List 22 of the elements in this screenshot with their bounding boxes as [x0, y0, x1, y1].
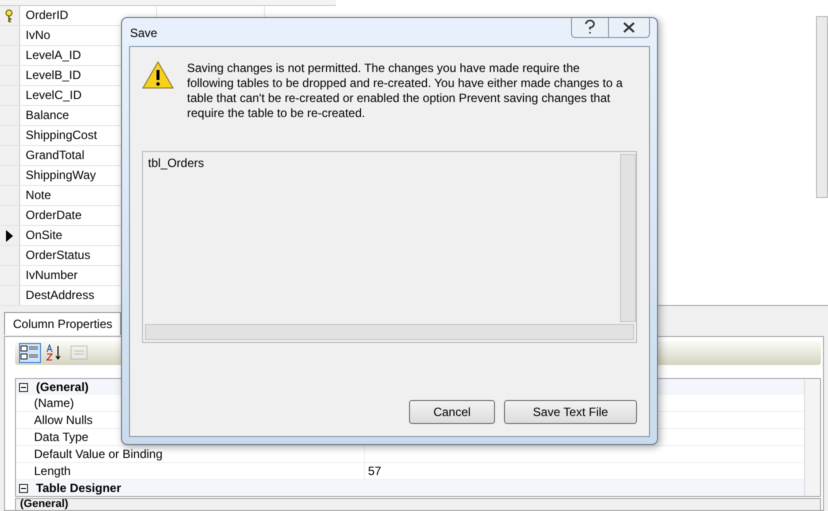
- key-icon: [5, 8, 14, 22]
- categorized-icon[interactable]: [19, 343, 41, 363]
- property-name: Length: [16, 463, 365, 479]
- error-message: Saving changes is not permitted. The changes you have made require the following tables to be dropped and re-created. You have either made changes to a table that can't be re-created or enabled the option Prevent saving changes that require the table to be re-created.: [187, 61, 624, 121]
- scrollbar[interactable]: [804, 379, 820, 496]
- property-name: Default Value or Binding: [16, 446, 365, 462]
- dialog-title: Save: [129, 26, 158, 40]
- scrollbar[interactable]: [620, 154, 636, 322]
- category-label: (General): [36, 380, 89, 394]
- collapse-toggle[interactable]: [19, 382, 28, 392]
- current-row-icon: [6, 230, 13, 242]
- collapse-toggle[interactable]: [19, 484, 28, 492]
- property-description: (General): [15, 498, 821, 510]
- property-value[interactable]: 57: [368, 464, 382, 478]
- column-properties-tab[interactable]: Column Properties: [4, 312, 122, 335]
- category-label: Table Designer: [36, 481, 122, 495]
- row-header[interactable]: [0, 226, 20, 245]
- save-text-file-button[interactable]: Save Text File: [504, 400, 637, 424]
- scrollbar[interactable]: [816, 16, 828, 198]
- scrollbar[interactable]: [145, 324, 634, 340]
- warning-icon: [142, 61, 174, 89]
- cancel-button[interactable]: Cancel: [409, 400, 495, 424]
